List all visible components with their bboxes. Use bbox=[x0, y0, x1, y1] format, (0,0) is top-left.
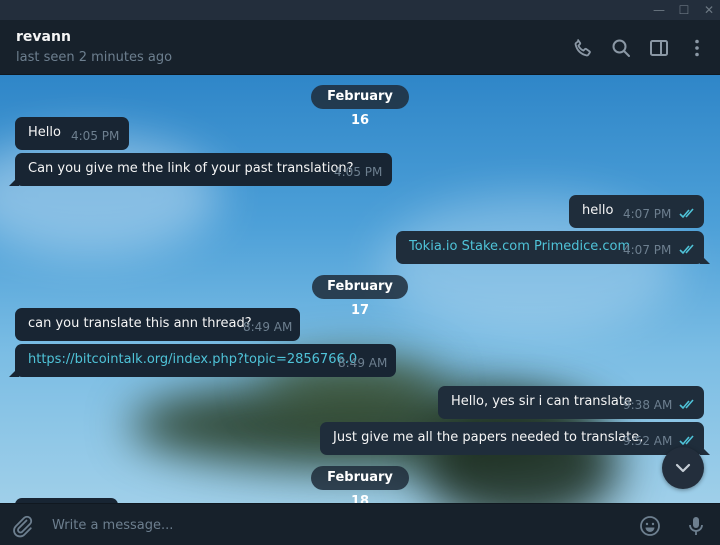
message-incoming[interactable]: https://bitcointalk.org/index.php?topic=… bbox=[9, 344, 396, 377]
date-separator: February 18 bbox=[311, 466, 409, 503]
date-separator: February 17 bbox=[312, 275, 408, 318]
message-time: 4:05 PM bbox=[71, 129, 120, 143]
message-time: 9:52 AM bbox=[623, 434, 673, 448]
message-composer bbox=[0, 503, 720, 545]
sidebar-toggle-icon[interactable] bbox=[647, 36, 671, 60]
more-vertical-icon[interactable] bbox=[685, 36, 709, 60]
minimize-button[interactable]: — bbox=[646, 0, 672, 20]
read-check-icon bbox=[679, 244, 694, 255]
message-text: Can you give me the link of your past tr… bbox=[28, 161, 354, 176]
chat-header: revann last seen 2 minutes ago bbox=[0, 20, 720, 75]
peer-name[interactable]: revann bbox=[16, 29, 71, 45]
emoji-icon[interactable] bbox=[638, 514, 662, 538]
date-separator: February 16 bbox=[311, 85, 409, 128]
message-time: 8:49 AM bbox=[243, 320, 293, 334]
read-check-icon bbox=[679, 399, 694, 410]
message-list[interactable]: February 16 Hello 4:05 PM Can you give m… bbox=[0, 75, 720, 503]
bubble-tail bbox=[700, 254, 710, 264]
microphone-icon[interactable] bbox=[684, 514, 708, 538]
message-outgoing[interactable]: Hello, yes sir i can translate 9:38 AM bbox=[438, 386, 704, 419]
chevron-down-icon bbox=[675, 463, 691, 473]
window-titlebar: — ☐ ✕ bbox=[0, 0, 720, 20]
message-text: Hello, yes sir i can translate bbox=[451, 394, 632, 409]
message-time: 8:49 AM bbox=[338, 356, 388, 370]
message-text: hello bbox=[582, 203, 614, 218]
message-link[interactable]: Tokia.io Stake.com Primedice.com bbox=[409, 239, 630, 254]
bubble-tail bbox=[9, 367, 19, 377]
message-time: 4:05 PM bbox=[334, 165, 383, 179]
read-check-icon bbox=[679, 208, 694, 219]
message-outgoing[interactable]: Just give me all the papers needed to tr… bbox=[320, 422, 710, 455]
attach-icon[interactable] bbox=[10, 514, 34, 538]
message-incoming[interactable]: Can you give me the link of your past tr… bbox=[9, 153, 392, 186]
phone-icon[interactable] bbox=[571, 36, 595, 60]
message-outgoing[interactable]: Tokia.io Stake.com Primedice.com 4:07 PM bbox=[396, 231, 710, 264]
message-incoming[interactable]: Hello 4:05 PM bbox=[15, 117, 129, 150]
read-check-icon bbox=[679, 435, 694, 446]
message-link[interactable]: https://bitcointalk.org/index.php?topic=… bbox=[28, 352, 357, 367]
close-button[interactable]: ✕ bbox=[696, 0, 720, 20]
peer-status: last seen 2 minutes ago bbox=[16, 50, 173, 65]
scroll-to-bottom-button[interactable] bbox=[662, 447, 704, 489]
maximize-button[interactable]: ☐ bbox=[671, 0, 697, 20]
search-icon[interactable] bbox=[609, 36, 633, 60]
message-outgoing[interactable]: hello 4:07 PM bbox=[569, 195, 704, 228]
message-time: 4:07 PM bbox=[623, 207, 672, 221]
bubble-tail bbox=[700, 445, 710, 455]
message-text: can you translate this ann thread? bbox=[28, 316, 252, 331]
message-input[interactable] bbox=[52, 512, 612, 538]
message-time: 4:07 PM bbox=[623, 243, 672, 257]
message-text: Hello bbox=[28, 125, 61, 140]
message-text: Just give me all the papers needed to tr… bbox=[333, 430, 644, 445]
message-incoming[interactable]: can you translate this ann thread? 8:49 … bbox=[15, 308, 300, 341]
message-time: 9:38 AM bbox=[623, 398, 673, 412]
